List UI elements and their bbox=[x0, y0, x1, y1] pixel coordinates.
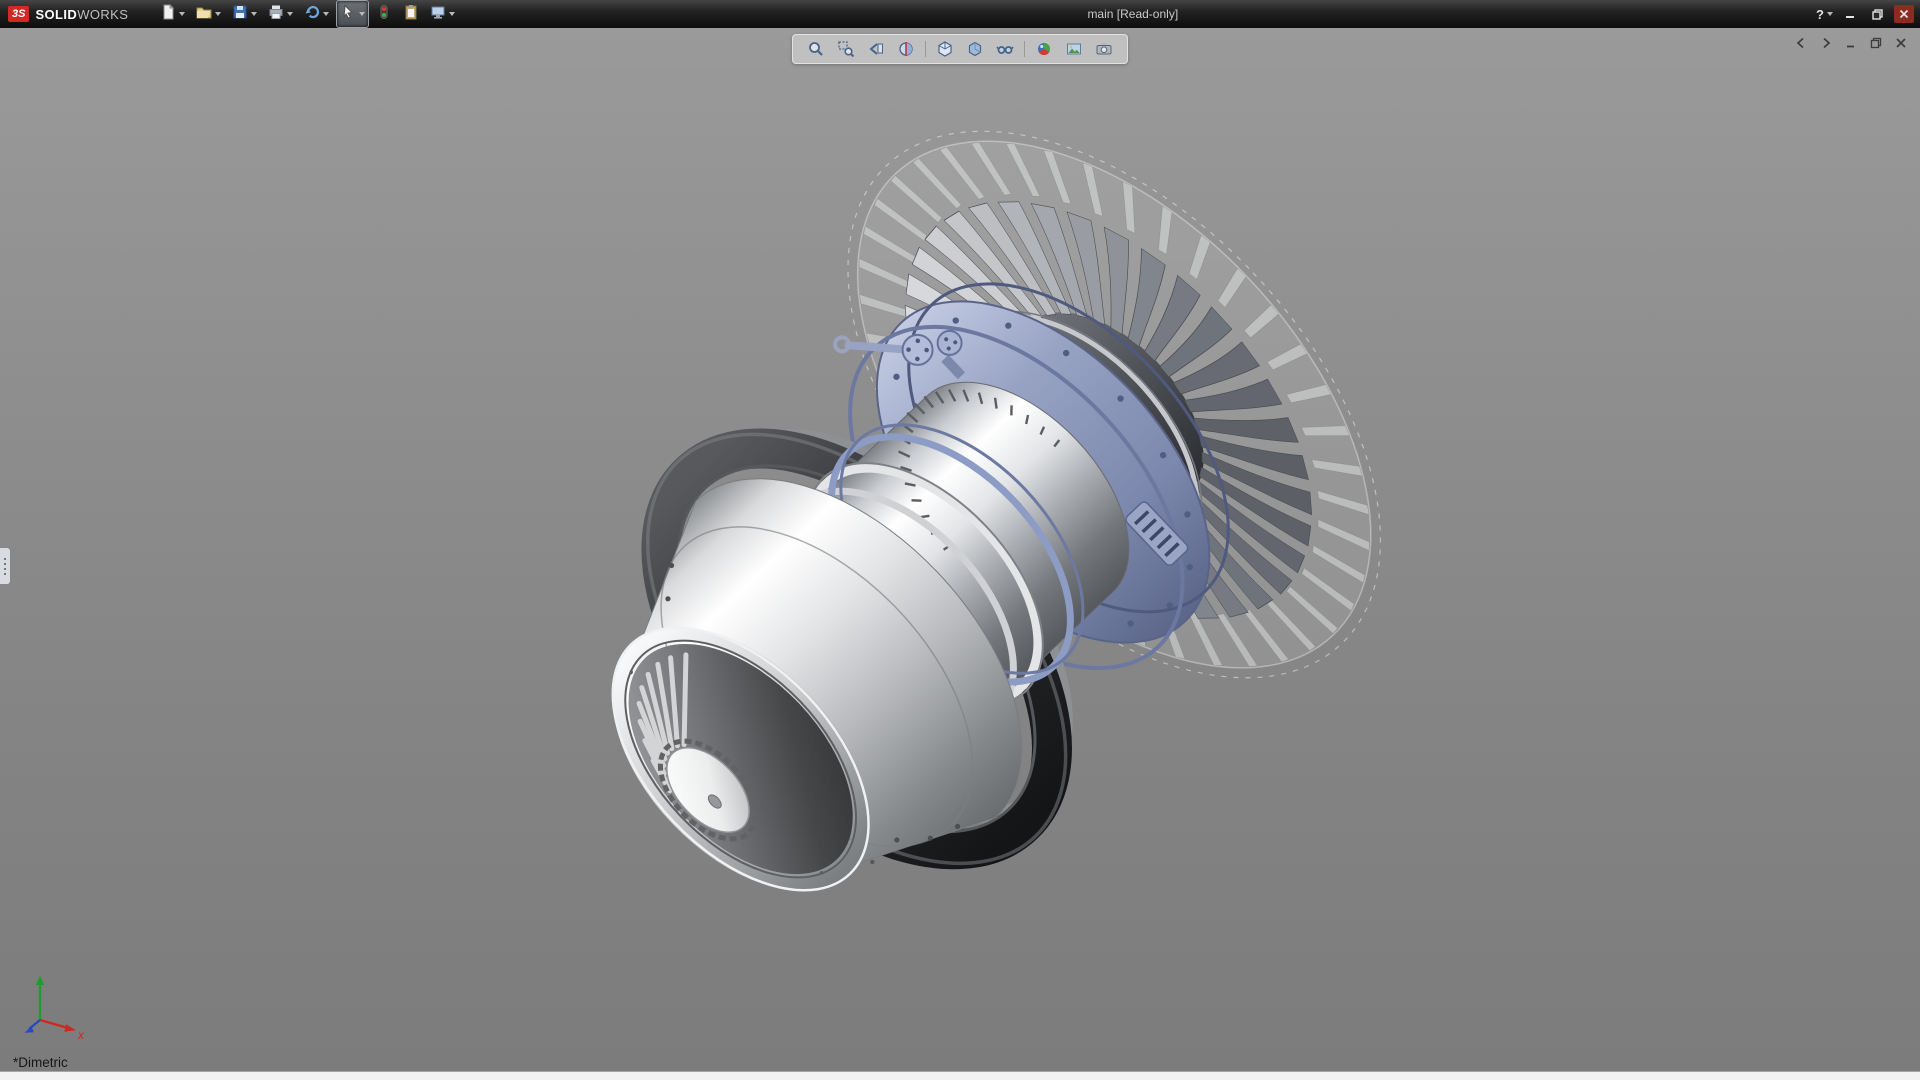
undo-button[interactable] bbox=[300, 0, 333, 28]
file-toolbar bbox=[156, 0, 459, 28]
toolbar-separator bbox=[1024, 41, 1025, 57]
brand-name-bold: SOLID bbox=[35, 7, 77, 22]
section-view-icon bbox=[897, 40, 915, 58]
display-style-icon bbox=[966, 40, 984, 58]
heads-up-view-toolbar bbox=[792, 34, 1128, 64]
close-button[interactable] bbox=[1894, 5, 1914, 23]
print-icon bbox=[268, 4, 284, 25]
new-document-button[interactable] bbox=[156, 0, 189, 28]
previous-view-icon bbox=[867, 40, 885, 58]
grip-dots-icon bbox=[4, 573, 6, 575]
options-icon bbox=[430, 4, 446, 25]
brand-name-rest: WORKS bbox=[77, 7, 128, 22]
view-settings-button[interactable] bbox=[1093, 38, 1115, 60]
view-orientation-button[interactable] bbox=[934, 38, 956, 60]
chevron-down-icon bbox=[287, 12, 293, 16]
chevron-down-icon bbox=[251, 12, 257, 16]
help-button[interactable]: ? bbox=[1816, 7, 1833, 22]
restore-document-button[interactable] bbox=[1867, 35, 1885, 51]
zoom-to-area-button[interactable] bbox=[835, 38, 857, 60]
rebuild-button[interactable] bbox=[372, 0, 396, 28]
titlebar-right-controls: ? bbox=[1816, 5, 1920, 23]
print-button[interactable] bbox=[264, 0, 297, 28]
save-icon bbox=[232, 4, 248, 25]
appearance-ball-icon bbox=[1035, 40, 1053, 58]
zoom-area-icon bbox=[837, 40, 855, 58]
minimize-button[interactable] bbox=[1840, 5, 1860, 23]
apply-scene-button[interactable] bbox=[1063, 38, 1085, 60]
close-document-button[interactable] bbox=[1892, 35, 1910, 51]
window-title: main [Read-only] bbox=[1087, 0, 1178, 28]
zoom-to-fit-button[interactable] bbox=[805, 38, 827, 60]
y-axis-arrow-icon bbox=[36, 976, 44, 985]
select-button[interactable] bbox=[336, 0, 369, 28]
document-window-controls bbox=[1792, 35, 1910, 51]
options-button[interactable] bbox=[426, 0, 459, 28]
x-axis-arrow-icon bbox=[64, 1024, 76, 1032]
chevron-down-icon bbox=[323, 12, 329, 16]
toolbar-separator bbox=[925, 41, 926, 57]
brand-name: SOLIDWORKS bbox=[35, 7, 128, 22]
chevron-down-icon bbox=[215, 12, 221, 16]
view-orientation-label: *Dimetric bbox=[13, 1055, 68, 1070]
clipboard-icon bbox=[403, 4, 419, 25]
display-style-button[interactable] bbox=[964, 38, 986, 60]
rebuild-icon bbox=[376, 4, 392, 25]
camera-icon bbox=[1095, 40, 1113, 58]
previous-document-button[interactable] bbox=[1792, 35, 1810, 51]
featuremanager-collapsed-tab[interactable] bbox=[0, 547, 11, 585]
restore-button[interactable] bbox=[1867, 5, 1887, 23]
chevron-down-icon bbox=[179, 12, 185, 16]
edit-appearance-button[interactable] bbox=[1033, 38, 1055, 60]
solidworks-window: 3S SOLIDWORKS bbox=[0, 0, 1920, 1080]
save-button[interactable] bbox=[228, 0, 261, 28]
undo-icon bbox=[304, 4, 320, 25]
hide-show-items-button[interactable] bbox=[994, 38, 1016, 60]
ds-logo-icon: 3S bbox=[8, 6, 29, 22]
copy-settings-button[interactable] bbox=[399, 0, 423, 28]
chevron-down-icon bbox=[1827, 12, 1833, 16]
help-label: ? bbox=[1816, 7, 1824, 22]
open-icon bbox=[196, 4, 212, 25]
new-document-icon bbox=[160, 4, 176, 25]
viewport-canvas[interactable] bbox=[0, 28, 1920, 1072]
status-bar bbox=[0, 1071, 1920, 1080]
glasses-icon bbox=[996, 40, 1014, 58]
grip-dots-icon bbox=[4, 563, 6, 565]
scene-icon bbox=[1065, 40, 1083, 58]
grip-dots-icon bbox=[4, 558, 6, 560]
previous-view-button[interactable] bbox=[865, 38, 887, 60]
chevron-down-icon bbox=[449, 12, 455, 16]
next-document-button[interactable] bbox=[1817, 35, 1835, 51]
titlebar: 3S SOLIDWORKS bbox=[0, 0, 1920, 28]
section-view-button[interactable] bbox=[895, 38, 917, 60]
solidworks-logo: 3S SOLIDWORKS bbox=[0, 6, 140, 22]
reference-triad[interactable]: x bbox=[20, 968, 94, 1042]
view-cube-icon bbox=[936, 40, 954, 58]
minimize-document-button[interactable] bbox=[1842, 35, 1860, 51]
select-cursor-icon bbox=[340, 4, 356, 25]
zoom-fit-icon bbox=[807, 40, 825, 58]
chevron-down-icon bbox=[359, 12, 365, 16]
grip-dots-icon bbox=[4, 568, 6, 570]
graphics-viewport[interactable]: x *Dimetric bbox=[0, 28, 1920, 1072]
engine-model[interactable] bbox=[447, 33, 1480, 1061]
x-axis-label: x bbox=[77, 1028, 85, 1042]
open-button[interactable] bbox=[192, 0, 225, 28]
